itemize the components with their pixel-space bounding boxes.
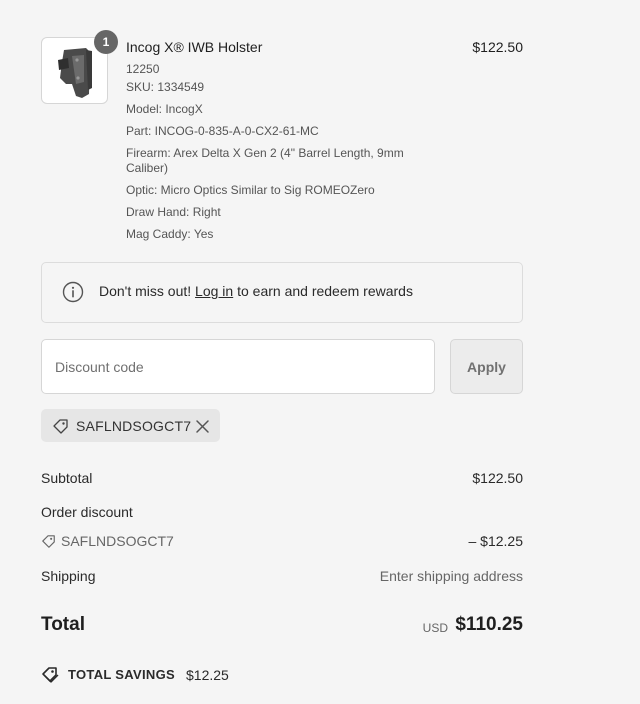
total-savings-label: TOTAL SAVINGS [68, 667, 175, 682]
total-label: Total [41, 614, 85, 635]
currency-code: USD [422, 621, 448, 635]
total-savings-value: $12.25 [186, 667, 229, 683]
product-part: Part: INCOG-0-835-A-0-CX2-61-MC [126, 124, 319, 138]
discount-code-label: SAFLNDSOGCT7 [61, 533, 174, 549]
subtotal-label: Subtotal [41, 470, 93, 486]
product-properties: 12250 SKU: 1334549 Model: IncogX Part: I… [126, 62, 426, 242]
applied-code-label: SAFLNDSOGCT7 [76, 418, 192, 434]
quantity-badge: 1 [94, 30, 118, 54]
savings-tag-icon [41, 666, 60, 688]
order-discount-label: Order discount [41, 504, 133, 520]
product-price: $122.50 [472, 39, 523, 55]
product-optic: Optic: Micro Optics Similar to Sig ROMEO… [126, 183, 375, 197]
subtotal-value: $122.50 [472, 470, 523, 486]
info-circle-icon [62, 281, 84, 308]
shipping-value: Enter shipping address [379, 568, 523, 584]
product-id: 12250 [126, 62, 160, 76]
rewards-prefix: Don't miss out! [99, 283, 196, 299]
rewards-suffix: to earn and redeem rewards [233, 283, 413, 299]
product-sku: SKU: 1334549 [126, 80, 205, 94]
remove-code-close-icon[interactable] [195, 419, 210, 439]
product-mag-caddy: Mag Caddy: Yes [126, 227, 214, 241]
total-value: $110.25 [455, 614, 523, 635]
login-link[interactable]: Log in [195, 283, 233, 299]
price-tag-icon [52, 418, 69, 440]
product-model: Model: IncogX [126, 102, 203, 116]
product-draw-hand: Draw Hand: Right [126, 205, 221, 219]
discount-value: – $12.25 [468, 533, 524, 549]
rewards-message: Don't miss out! Log in to earn and redee… [99, 283, 413, 299]
apply-button[interactable]: Apply [450, 339, 523, 394]
discount-code-input[interactable] [41, 339, 435, 394]
product-firearm: Firearm: Arex Delta X Gen 2 (4" Barrel L… [126, 146, 404, 175]
discount-tag-icon [41, 534, 56, 554]
product-name: Incog X® IWB Holster [126, 39, 263, 55]
shipping-label: Shipping [41, 568, 96, 584]
